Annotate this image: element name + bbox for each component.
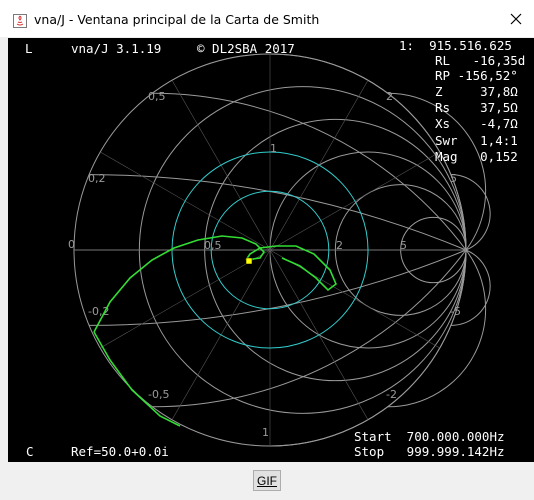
start-frequency: Start 700.000.000Hz	[354, 429, 505, 444]
close-icon	[510, 13, 522, 25]
readout-rl: RL -16,35d	[435, 53, 526, 68]
gif-button-label: GIF	[257, 473, 277, 488]
readout-swr: Swr 1,4:1	[435, 133, 518, 148]
java-app-icon	[13, 14, 27, 28]
grid-label: 1	[262, 426, 269, 439]
marker-frequency: 1: 915.516.625	[399, 38, 512, 53]
stop-frequency: Stop 999.999.142Hz	[354, 444, 505, 459]
reference-impedance: Ref=50.0+0.0i	[71, 444, 169, 459]
grid-label: 0,5	[148, 90, 166, 103]
grid-label: -0,5	[148, 388, 169, 401]
bottom-bar: GIF	[0, 462, 534, 500]
mode-label: L	[25, 41, 33, 56]
readout-rp: RP -156,52°	[435, 68, 518, 83]
readout-z: Z 37,8Ω	[435, 84, 518, 99]
close-button[interactable]	[498, 4, 534, 34]
marker-point	[245, 257, 253, 265]
calibration-label: C	[26, 444, 34, 459]
grid-label: 5	[400, 239, 407, 252]
smith-chart-canvas[interactable]: 0,5 2 0,2 5 0 0,5 2 5 -0,2 -5 -0,5 -2 1 1 L vna/J 3.1…	[8, 38, 534, 462]
grid-label: -2	[386, 388, 397, 401]
readout-mag: Mag 0,152	[435, 149, 518, 164]
grid-label: -0,2	[88, 305, 109, 318]
readout-rs: Rs 37,5Ω	[435, 100, 518, 115]
grid-label: 0,2	[88, 172, 106, 185]
gif-export-button[interactable]: GIF	[253, 470, 281, 491]
title-bar: vna/J - Ventana principal de la Carta de…	[0, 0, 534, 37]
window-title: vna/J - Ventana principal de la Carta de…	[34, 12, 320, 27]
grid-label: 1	[270, 142, 277, 155]
grid-label: 2	[386, 90, 393, 103]
readout-xs: Xs -4,7Ω	[435, 116, 518, 131]
grid-label: 0	[68, 238, 75, 251]
grid-label: -5	[450, 305, 461, 318]
trace-line	[93, 331, 181, 427]
app-version-label: vna/J 3.1.19	[71, 41, 162, 56]
grid-label: 5	[450, 172, 457, 185]
copyright-label: © DL2SBA 2017	[197, 41, 295, 56]
grid-label: 0,5	[204, 239, 222, 252]
grid-label: 2	[336, 239, 343, 252]
